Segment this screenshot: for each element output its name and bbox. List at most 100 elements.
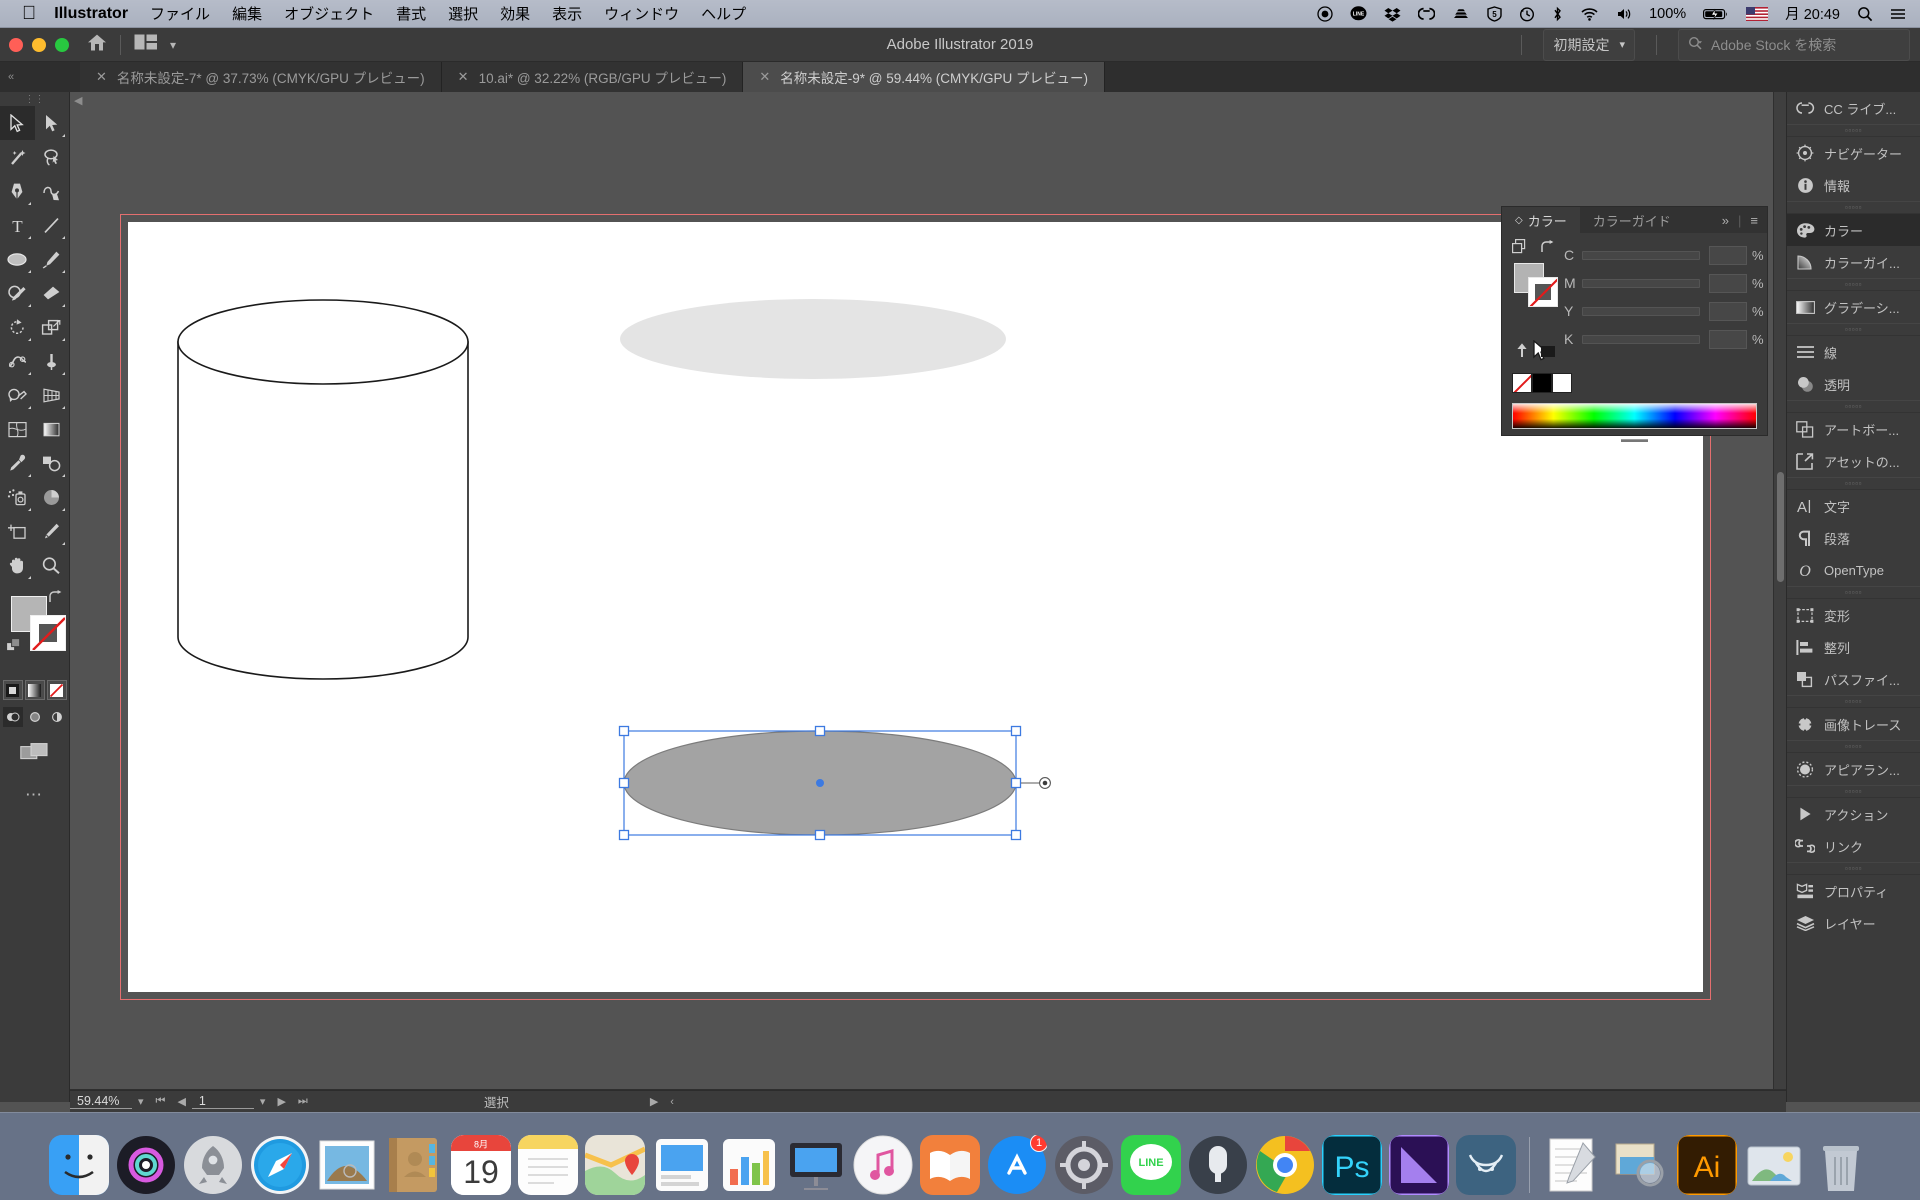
bluetooth-icon[interactable] bbox=[1552, 6, 1563, 22]
panel-menu-icon[interactable]: ≡ bbox=[1750, 213, 1758, 228]
perspective-grid-tool[interactable] bbox=[35, 378, 70, 412]
menu-app-name[interactable]: Illustrator bbox=[54, 5, 128, 23]
panel-item-appearance[interactable]: アピアラン... bbox=[1787, 753, 1920, 785]
dock-app-finder[interactable] bbox=[49, 1135, 109, 1195]
curvature-tool[interactable] bbox=[35, 174, 70, 208]
panel-item-paragraph[interactable]: 段落 bbox=[1787, 522, 1920, 554]
lasso-tool[interactable] bbox=[35, 140, 70, 174]
timemachine-icon[interactable] bbox=[1519, 6, 1535, 22]
dock-app-keynote-doc[interactable] bbox=[652, 1135, 712, 1195]
dock-app-chrome[interactable] bbox=[1255, 1135, 1315, 1195]
apple-logo-icon[interactable]:  bbox=[22, 4, 36, 23]
slice-tool[interactable] bbox=[35, 514, 70, 548]
black-swatch[interactable] bbox=[1532, 373, 1552, 393]
panel-item-opentype[interactable]: O OpenType bbox=[1787, 554, 1920, 586]
expand-panel-icon[interactable]: » bbox=[1722, 213, 1729, 228]
free-transform-tool[interactable] bbox=[35, 344, 70, 378]
vertical-scroll-thumb[interactable] bbox=[1777, 472, 1784, 582]
panel-item-character[interactable]: A 文字 bbox=[1787, 490, 1920, 522]
canvas-vertical-scrollbar[interactable] bbox=[1773, 92, 1786, 1102]
dock-app-itunes[interactable] bbox=[853, 1135, 913, 1195]
dock-app-mail[interactable] bbox=[317, 1135, 377, 1195]
dock-app-bull[interactable] bbox=[1456, 1135, 1516, 1195]
cylinder-shape[interactable] bbox=[148, 282, 548, 742]
chevron-down-icon[interactable]: ▾ bbox=[132, 1095, 150, 1108]
panel-item-actions[interactable]: アクション bbox=[1787, 798, 1920, 830]
mesh-tool[interactable] bbox=[0, 412, 35, 446]
width-tool[interactable] bbox=[0, 344, 35, 378]
dock-app-notes[interactable] bbox=[518, 1135, 578, 1195]
dock-app-maps[interactable] bbox=[585, 1135, 645, 1195]
panel-group-grip[interactable]: ▫▫▫▫▫ bbox=[1787, 695, 1920, 708]
close-icon[interactable]: ✕ bbox=[96, 69, 107, 85]
page-number-field[interactable]: 1 bbox=[191, 1094, 254, 1109]
dock-app-illustrator[interactable]: Ai bbox=[1677, 1135, 1737, 1195]
menu-effect[interactable]: 効果 bbox=[500, 3, 530, 24]
backup-icon[interactable] bbox=[1452, 6, 1470, 22]
chevron-down-icon[interactable]: ▾ bbox=[254, 1095, 272, 1108]
blend-tool[interactable] bbox=[35, 446, 70, 480]
menu-view[interactable]: 表示 bbox=[552, 3, 582, 24]
more-tools-button[interactable]: ⋯ bbox=[0, 785, 69, 805]
eraser-tool[interactable] bbox=[35, 276, 70, 310]
panel-group-grip[interactable]: ▫▫▫▫▫ bbox=[1787, 124, 1920, 137]
artboard[interactable] bbox=[128, 222, 1703, 992]
dock-app-trash[interactable] bbox=[1811, 1135, 1871, 1195]
panel-group-grip[interactable]: ▫▫▫▫▫ bbox=[1787, 740, 1920, 753]
dock-app-alfred[interactable] bbox=[1188, 1135, 1248, 1195]
panel-item-image-trace[interactable]: 画像トレース bbox=[1787, 708, 1920, 740]
selection-tool[interactable] bbox=[0, 106, 35, 140]
wifi-icon[interactable] bbox=[1580, 6, 1599, 22]
next-page-icon[interactable]: ▶ bbox=[271, 1095, 291, 1108]
panel-item-links[interactable]: リンク bbox=[1787, 830, 1920, 862]
swap-fill-stroke-icon[interactable] bbox=[1540, 239, 1555, 259]
paintbrush-tool[interactable] bbox=[35, 242, 70, 276]
channel-value-c[interactable] bbox=[1709, 245, 1747, 265]
menu-select[interactable]: 選択 bbox=[448, 3, 478, 24]
spotlight-search-icon[interactable] bbox=[1857, 6, 1873, 22]
channel-value-k[interactable] bbox=[1709, 329, 1747, 349]
channel-value-m[interactable] bbox=[1709, 273, 1747, 293]
panel-item-transform[interactable]: 変形 bbox=[1787, 599, 1920, 631]
pen-tool[interactable] bbox=[0, 174, 35, 208]
none-mode-button[interactable] bbox=[46, 680, 67, 700]
draw-inside-button[interactable] bbox=[47, 707, 67, 727]
dock-app-safari[interactable] bbox=[250, 1135, 310, 1195]
panel-item-stroke[interactable]: 線 bbox=[1787, 336, 1920, 368]
last-page-icon[interactable]: ⏭ bbox=[292, 1095, 314, 1108]
window-close-button[interactable] bbox=[9, 37, 23, 52]
dock-app-xd[interactable] bbox=[1389, 1135, 1449, 1195]
collapse-panel-icon[interactable]: « bbox=[0, 71, 14, 83]
window-zoom-button[interactable] bbox=[55, 37, 69, 52]
dropbox-icon[interactable] bbox=[1384, 6, 1401, 22]
status-expand-icon[interactable]: ▶ bbox=[644, 1095, 664, 1108]
panel-group-grip[interactable]: ▫▫▫▫▫ bbox=[1787, 278, 1920, 291]
close-icon[interactable]: ✕ bbox=[458, 69, 469, 85]
fill-stroke-proxy-icon[interactable] bbox=[1512, 239, 1528, 259]
panel-item-color-guide[interactable]: カラーガイ... bbox=[1787, 246, 1920, 278]
menu-help[interactable]: ヘルプ bbox=[701, 3, 746, 24]
column-graph-tool[interactable] bbox=[35, 480, 70, 514]
panel-group-grip[interactable]: ▫▫▫▫▫ bbox=[1787, 400, 1920, 413]
workspace-selector[interactable]: 初期設定 ▾ bbox=[1543, 28, 1635, 61]
menu-object[interactable]: オブジェクト bbox=[284, 3, 374, 24]
rotate-tool[interactable] bbox=[0, 310, 35, 344]
window-minimize-button[interactable] bbox=[32, 37, 46, 52]
dock-app-line[interactable]: LINE bbox=[1121, 1135, 1181, 1195]
panel-item-color[interactable]: カラー bbox=[1787, 214, 1920, 246]
record-icon[interactable] bbox=[1317, 5, 1333, 22]
dock-app-preview[interactable] bbox=[1610, 1135, 1670, 1195]
menu-file[interactable]: ファイル bbox=[150, 3, 210, 24]
magic-wand-tool[interactable] bbox=[0, 140, 35, 174]
scale-tool[interactable] bbox=[35, 310, 70, 344]
dock-app-launchpad[interactable] bbox=[183, 1135, 243, 1195]
dock-app-contacts[interactable] bbox=[384, 1135, 444, 1195]
arrange-documents-icon[interactable] bbox=[134, 33, 158, 56]
creative-cloud-icon[interactable] bbox=[1418, 6, 1436, 22]
ellipse-tool[interactable] bbox=[0, 242, 35, 276]
color-mode-button[interactable] bbox=[2, 680, 23, 700]
panel-group-grip[interactable]: ▫▫▫▫▫ bbox=[1787, 477, 1920, 490]
channel-slider-y[interactable] bbox=[1582, 306, 1700, 316]
dock-app-pictures-folder[interactable] bbox=[1744, 1135, 1804, 1195]
menu-type[interactable]: 書式 bbox=[396, 3, 426, 24]
